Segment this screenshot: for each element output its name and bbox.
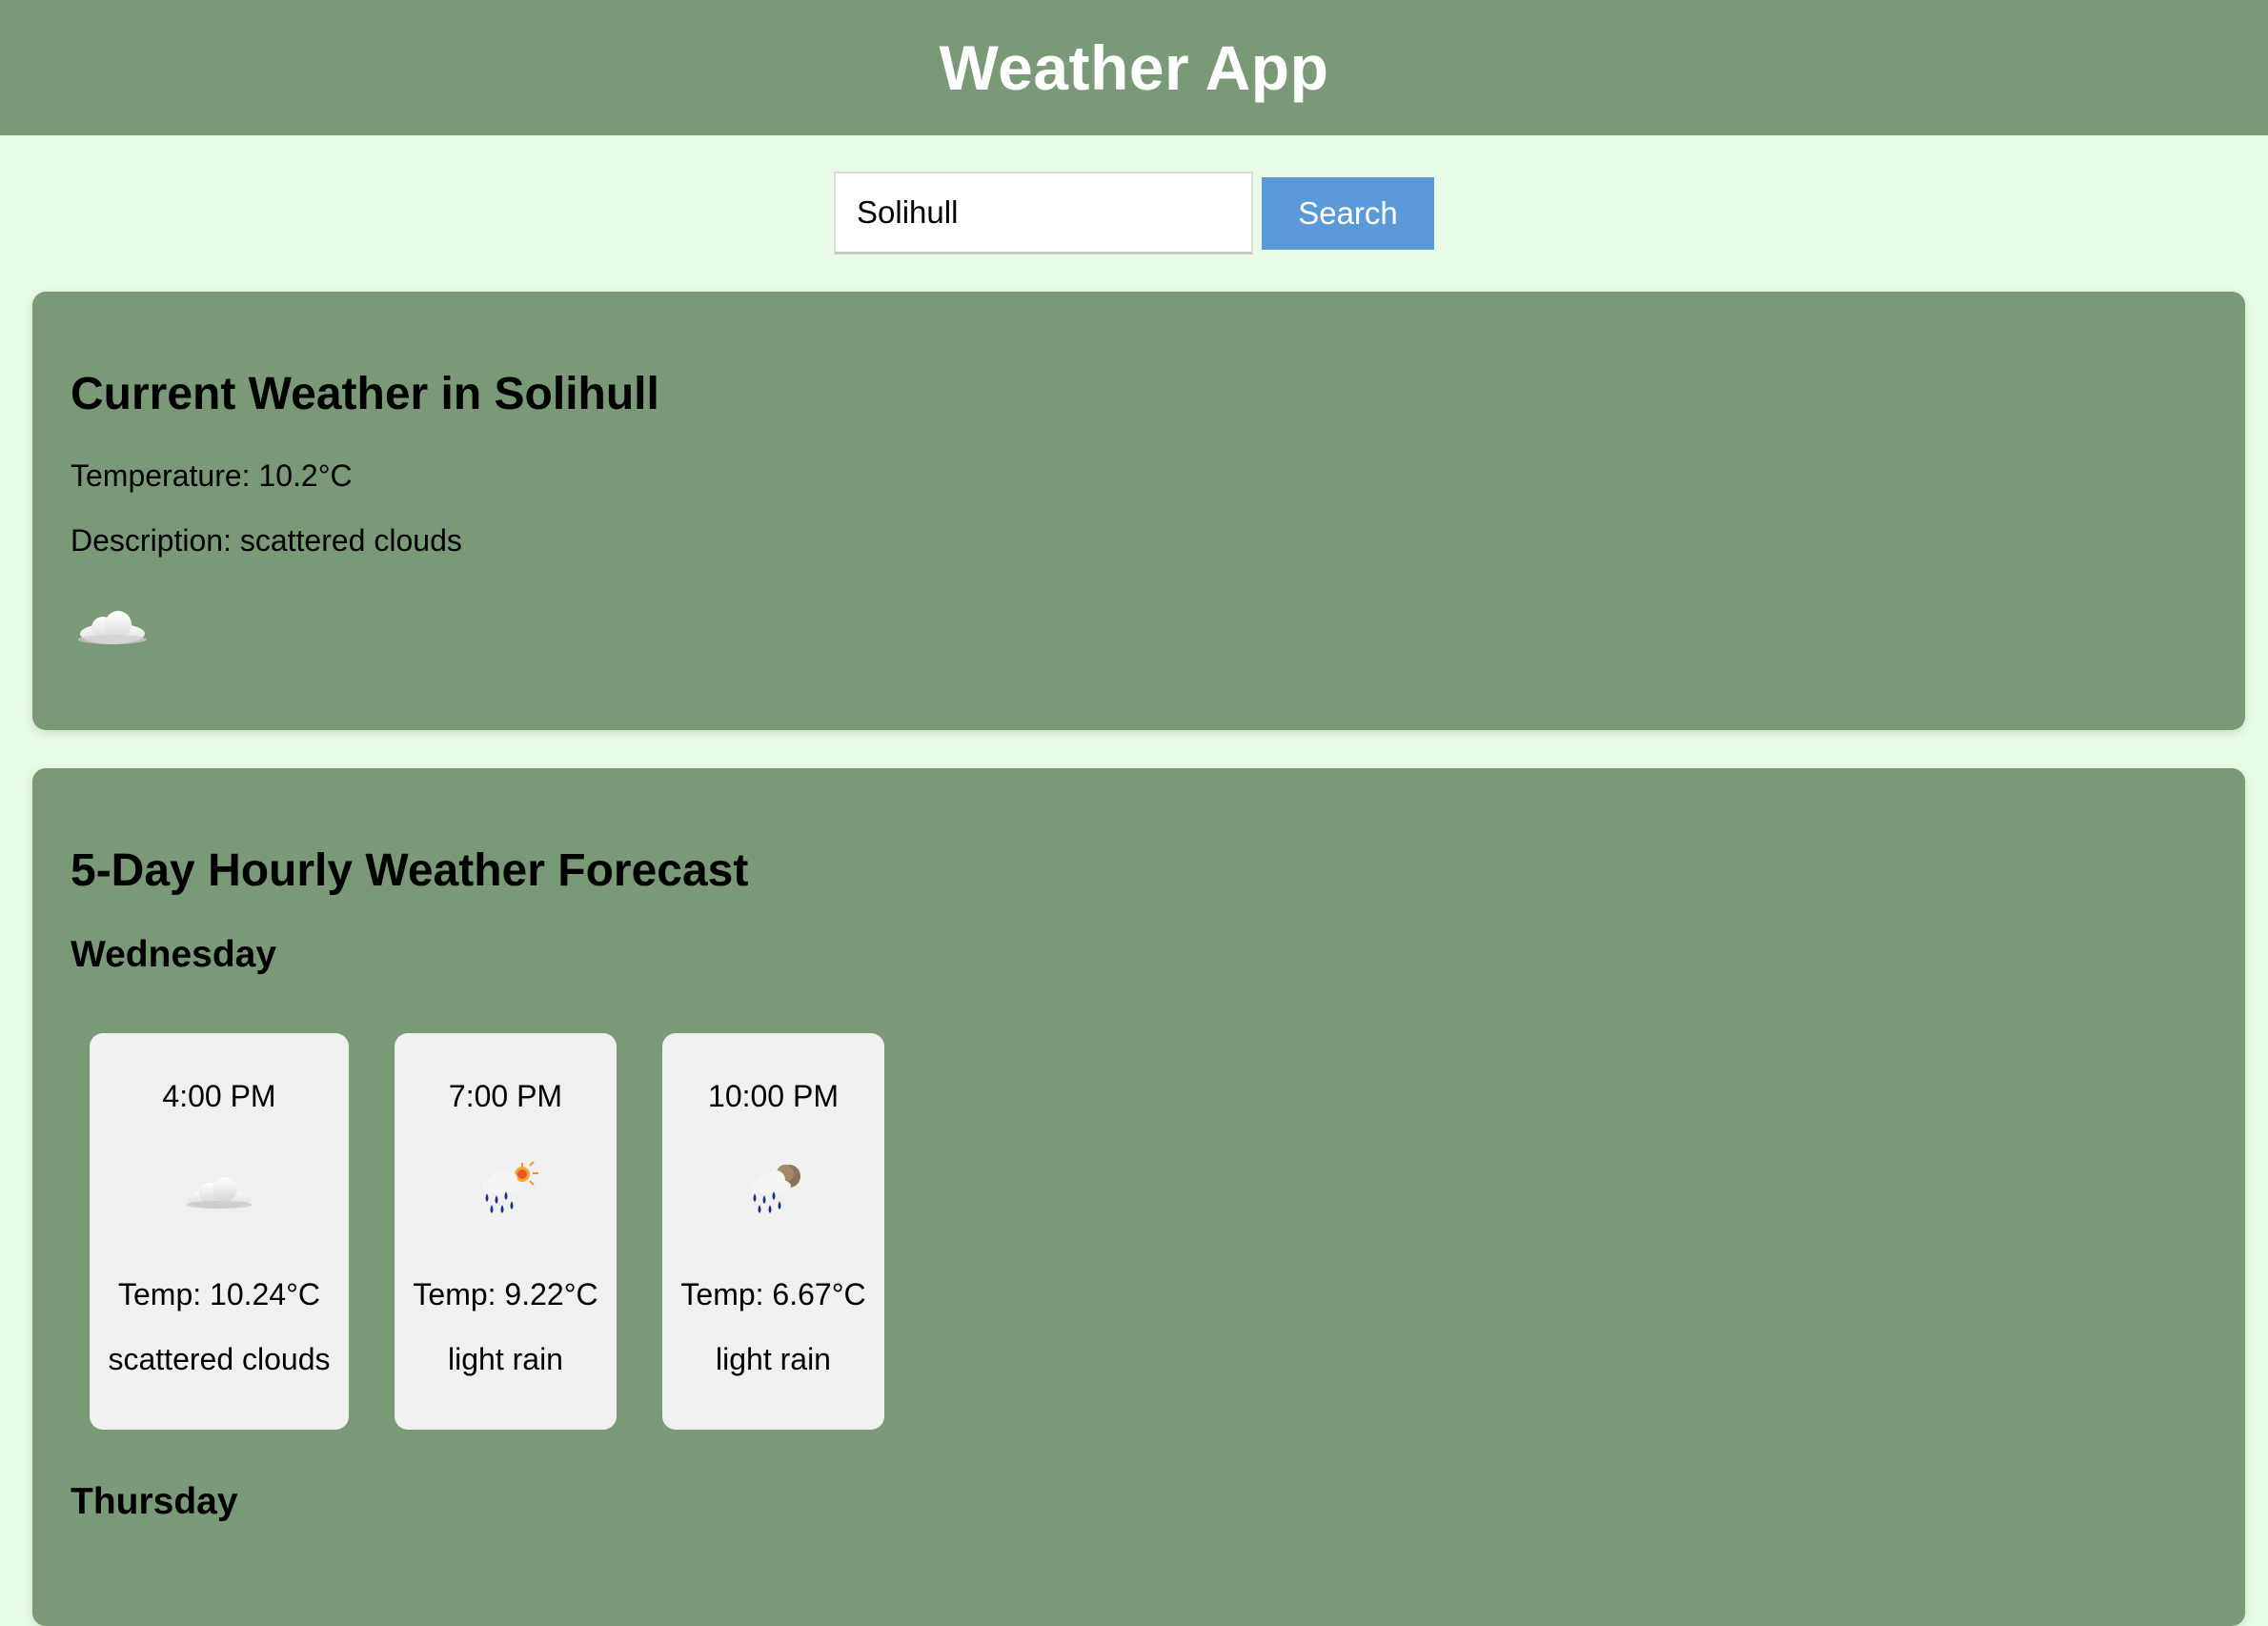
forecast-panel: 5-Day Hourly Weather Forecast Wednesday … <box>32 768 2245 1626</box>
forecast-temp: Temp: 9.22°C <box>413 1277 598 1311</box>
city-search-input[interactable] <box>834 172 1253 254</box>
forecast-description: scattered clouds <box>108 1342 331 1376</box>
cloud-icon <box>78 611 147 644</box>
search-button[interactable]: Search <box>1262 176 1434 250</box>
forecast-time: 10:00 PM <box>708 1079 839 1113</box>
day-heading-wednesday: Wednesday <box>71 934 277 975</box>
current-weather-heading: Current Weather in Solihull <box>71 369 659 419</box>
current-weather-panel: Current Weather in Solihull Temperature:… <box>32 292 2245 730</box>
forecast-heading: 5-Day Hourly Weather Forecast <box>71 845 749 896</box>
day-heading-thursday: Thursday <box>71 1481 238 1522</box>
app-title: Weather App <box>939 32 1329 103</box>
forecast-card: 10:00 PM Temp: 6.67°C light rain <box>662 1033 884 1430</box>
rain-moon-icon <box>748 1165 800 1213</box>
rain-sun-icon <box>480 1161 538 1213</box>
current-temperature: Temperature: 10.2°C <box>71 458 353 493</box>
forecast-temp: Temp: 6.67°C <box>680 1277 866 1311</box>
forecast-description: light rain <box>716 1342 831 1376</box>
forecast-card: 7:00 PM Temp: 9.22°C light rain <box>395 1033 617 1430</box>
forecast-card: 4:00 PM Temp: 10.24°C scattered clouds <box>90 1033 349 1430</box>
forecast-time: 7:00 PM <box>448 1079 563 1113</box>
current-description: Description: scattered clouds <box>71 523 462 558</box>
search-bar: Search <box>0 172 2268 254</box>
forecast-time: 4:00 PM <box>162 1079 276 1113</box>
app-header: Weather App <box>0 0 2268 135</box>
forecast-cards-wednesday: 4:00 PM Temp: 10.24°C scattered clouds 7… <box>90 1033 884 1430</box>
forecast-temp: Temp: 10.24°C <box>117 1277 320 1311</box>
forecast-description: light rain <box>448 1342 563 1376</box>
cloud-icon <box>186 1177 253 1209</box>
